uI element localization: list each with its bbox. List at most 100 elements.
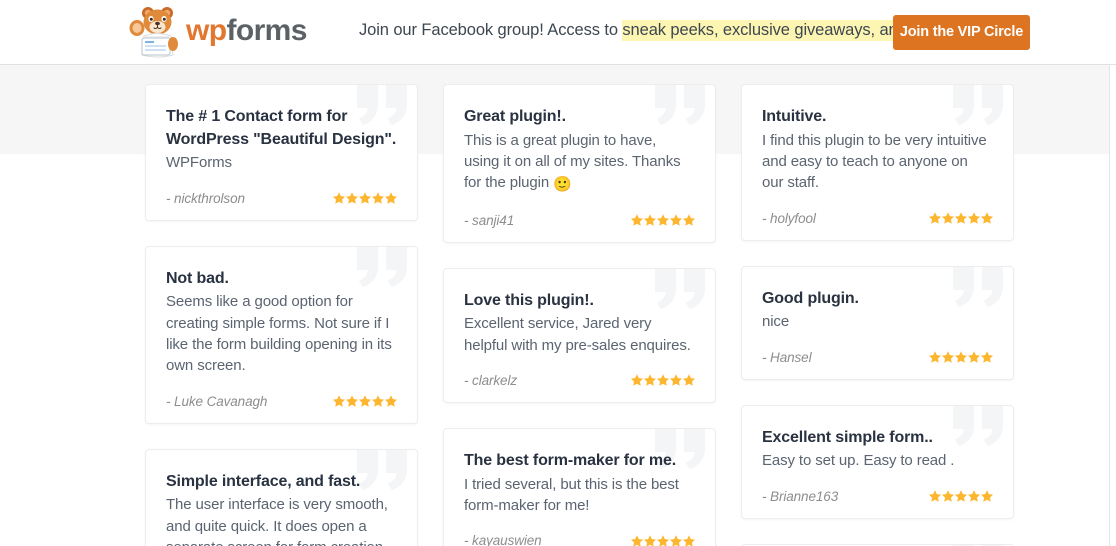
testimonial-title: Great plugin!. — [464, 108, 566, 125]
star-icon — [670, 374, 682, 387]
star-rating — [630, 214, 695, 226]
testimonial-title: Simple interface, and fast. — [166, 472, 361, 490]
star-icon — [631, 214, 643, 226]
star-icon — [631, 535, 643, 546]
testimonial-column-3: Intuitive. I find this plugin to be very … — [741, 84, 1014, 546]
testimonial-author: - clarkelz — [464, 372, 518, 388]
testimonial-card[interactable]: Not bad. Seems like a good option for cre… — [145, 245, 418, 424]
star-icon — [968, 212, 980, 224]
star-icon — [372, 192, 384, 204]
testimonial-body: Excellent service, Jared very helpful wi… — [464, 315, 691, 354]
testimonial-footer: - kayauswien — [464, 533, 695, 546]
star-icon — [346, 395, 358, 407]
star-icon — [683, 535, 695, 546]
star-icon — [942, 212, 954, 224]
testimonial-author: - Hansel — [762, 349, 812, 365]
testimonial-footer: - nickthrolson — [166, 191, 397, 206]
testimonial-footer: - Hansel — [762, 350, 993, 365]
testimonial-card[interactable]: Simple interface, and fast. The user inte… — [145, 448, 418, 546]
testimonial-body: This is a great plugin to have, using it… — [464, 131, 681, 194]
testimonial-card[interactable]: Intuitive. I find this plugin to be very … — [741, 84, 1014, 241]
star-icon — [657, 535, 669, 546]
star-icon — [333, 395, 345, 407]
star-icon — [968, 490, 980, 502]
star-icon — [929, 351, 941, 363]
testimonial-title: The # 1 Contact form for WordPress "Beau… — [166, 108, 397, 148]
testimonial-body: Seems like a good option for creating si… — [166, 293, 392, 375]
smiley-emoji-icon: 🙂 — [553, 176, 572, 194]
testimonial-author: - Luke Cavanagh — [166, 393, 268, 409]
star-icon — [631, 374, 643, 387]
star-icon — [359, 192, 371, 204]
logo-text-wp: wp — [186, 13, 227, 47]
star-icon — [670, 214, 682, 226]
notification-bar: wpforms Join our Facebook group! Access … — [0, 0, 1116, 65]
testimonial-author: - sanji41 — [464, 212, 515, 228]
testimonial-title: Not bad. — [166, 269, 229, 287]
star-icon — [955, 490, 967, 502]
testimonial-body: WPForms — [166, 154, 232, 172]
star-icon — [644, 214, 656, 226]
banner-lead: Join our Facebook group! Access to — [359, 21, 623, 39]
testimonial-column-1: The # 1 Contact form for WordPress "Beau… — [145, 84, 418, 546]
star-icon — [657, 214, 669, 226]
testimonial-author: - Brianne163 — [762, 488, 839, 504]
testimonial-body: nice — [762, 313, 790, 331]
testimonial-title: Excellent simple form.. — [762, 428, 933, 446]
testimonial-card[interactable]: Excellent simple form.. Easy to set up. E… — [741, 404, 1014, 519]
testimonial-title: Love this plugin!. — [464, 291, 594, 309]
testimonial-card[interactable]: The best form-maker for me. I tried sever… — [443, 427, 716, 546]
star-icon — [981, 351, 993, 363]
logo-text-forms: forms — [226, 13, 307, 47]
wpforms-logo[interactable]: wpforms — [126, 6, 307, 58]
scrollbar-track[interactable] — [1109, 65, 1110, 546]
star-icon — [385, 395, 397, 407]
star-rating — [928, 212, 993, 224]
star-icon — [942, 490, 954, 502]
testimonial-author: - holyfool — [762, 210, 816, 226]
banner-text: Join our Facebook group! Access to sneak… — [359, 20, 953, 41]
testimonial-card[interactable]: Good plugin. nice - Hansel — [741, 265, 1014, 380]
star-icon — [929, 490, 941, 502]
testimonial-author: - kayauswien — [464, 533, 542, 546]
star-icon — [346, 192, 358, 204]
testimonial-footer: - Brianne163 — [762, 489, 993, 504]
testimonial-footer: - holyfool — [762, 211, 993, 226]
join-vip-circle-button[interactable]: Join the VIP Circle — [893, 15, 1030, 50]
star-rating — [630, 374, 695, 387]
testimonial-body: Easy to set up. Easy to read . — [762, 452, 955, 470]
star-rating — [332, 192, 397, 204]
star-icon — [968, 351, 980, 363]
star-rating — [332, 395, 397, 407]
star-icon — [955, 212, 967, 224]
star-icon — [359, 395, 371, 407]
testimonial-body: I tried several, but this is the best fo… — [464, 475, 679, 514]
star-icon — [670, 535, 682, 546]
star-icon — [683, 214, 695, 226]
star-icon — [955, 351, 967, 363]
testimonials-page: The # 1 Contact form for WordPress "Beau… — [0, 65, 1116, 546]
testimonial-card[interactable]: Great plugin!. This is a great plugin to … — [443, 84, 716, 243]
star-icon — [981, 490, 993, 502]
testimonial-title: Intuitive. — [762, 108, 827, 125]
star-icon — [683, 374, 695, 387]
testimonial-title: The best form-maker for me. — [464, 451, 677, 469]
star-icon — [644, 535, 656, 546]
testimonial-body: I find this plugin to be very intuitive … — [762, 131, 987, 192]
star-icon — [644, 374, 656, 387]
star-rating — [928, 490, 993, 502]
testimonial-body: The user interface is very smooth, and q… — [166, 496, 388, 546]
star-icon — [929, 212, 941, 224]
star-rating — [630, 535, 695, 546]
testimonial-footer: - clarkelz — [464, 373, 695, 388]
testimonial-column-2: Great plugin!. This is a great plugin to … — [443, 84, 716, 546]
star-icon — [981, 212, 993, 224]
testimonial-card[interactable]: Love this plugin!. Excellent service, Jar… — [443, 267, 716, 403]
testimonial-footer: - Luke Cavanagh — [166, 394, 397, 409]
testimonial-card[interactable]: The # 1 Contact form for WordPress "Beau… — [145, 84, 418, 221]
testimonial-title: Good plugin. — [762, 289, 859, 307]
star-icon — [333, 192, 345, 204]
star-icon — [385, 192, 397, 204]
star-rating — [928, 351, 993, 363]
star-icon — [657, 374, 669, 387]
